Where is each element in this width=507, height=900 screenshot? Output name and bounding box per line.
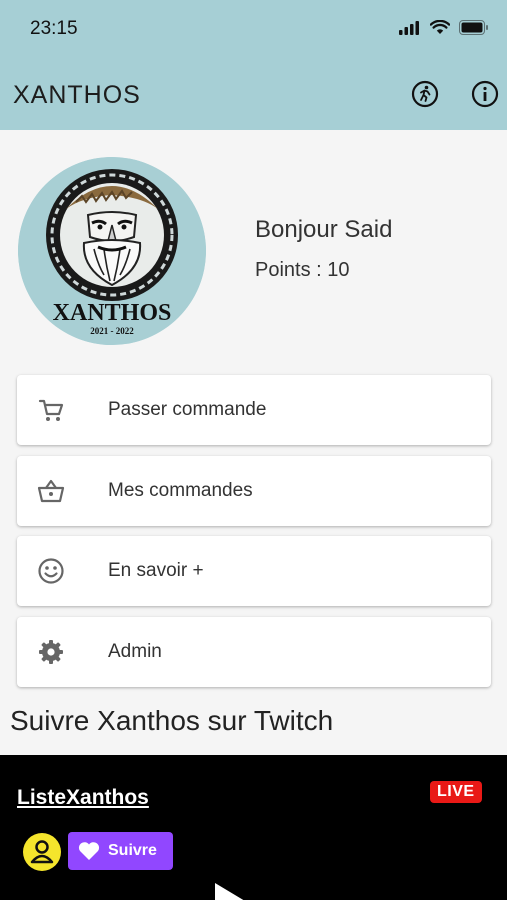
play-icon[interactable] — [215, 883, 245, 900]
user-icon — [30, 840, 54, 864]
live-badge: LIVE — [430, 781, 482, 803]
profile-logo: XANTHOS 2021 - 2022 — [18, 157, 206, 345]
points-text: Points : 10 — [255, 259, 350, 281]
basket-icon — [37, 479, 65, 503]
follow-button[interactable]: Suivre — [68, 832, 173, 870]
logo-years: 2021 - 2022 — [90, 326, 134, 336]
twitch-heading: Suivre Xanthos sur Twitch — [10, 705, 334, 736]
shopping-cart-icon — [38, 399, 64, 421]
xanthos-logo-image: XANTHOS 2021 - 2022 — [18, 157, 206, 345]
smiley-icon — [38, 558, 64, 584]
menu-item-admin[interactable]: Admin — [17, 617, 491, 687]
channel-avatar[interactable] — [23, 833, 61, 871]
menu-item-passer-commande[interactable]: Passer commande — [17, 375, 491, 445]
heart-icon — [78, 842, 100, 860]
battery-icon — [459, 20, 488, 35]
status-time: 23:15 — [30, 18, 78, 39]
greeting-text: Bonjour Said — [255, 216, 393, 243]
running-person-icon[interactable] — [411, 80, 439, 108]
app-header: 23:15 XANTHOS — [0, 0, 507, 130]
menu-item-mes-commandes[interactable]: Mes commandes — [17, 456, 491, 526]
signal-icon — [399, 20, 419, 35]
status-icons — [399, 20, 489, 35]
menu-item-label: En savoir + — [108, 560, 204, 581]
menu-item-en-savoir[interactable]: En savoir + — [17, 536, 491, 606]
twitch-player[interactable]: ListeXanthos LIVE Suivre — [0, 755, 507, 900]
menu-item-label: Admin — [108, 641, 162, 662]
gear-icon — [39, 640, 63, 664]
menu-item-label: Mes commandes — [108, 480, 253, 501]
app-title: XANTHOS — [13, 81, 141, 109]
follow-label: Suivre — [108, 842, 157, 859]
twitch-channel-link[interactable]: ListeXanthos — [17, 786, 149, 810]
wifi-icon — [430, 20, 450, 34]
menu-item-label: Passer commande — [108, 399, 267, 420]
info-icon[interactable] — [471, 80, 499, 108]
logo-text: XANTHOS — [53, 300, 172, 326]
